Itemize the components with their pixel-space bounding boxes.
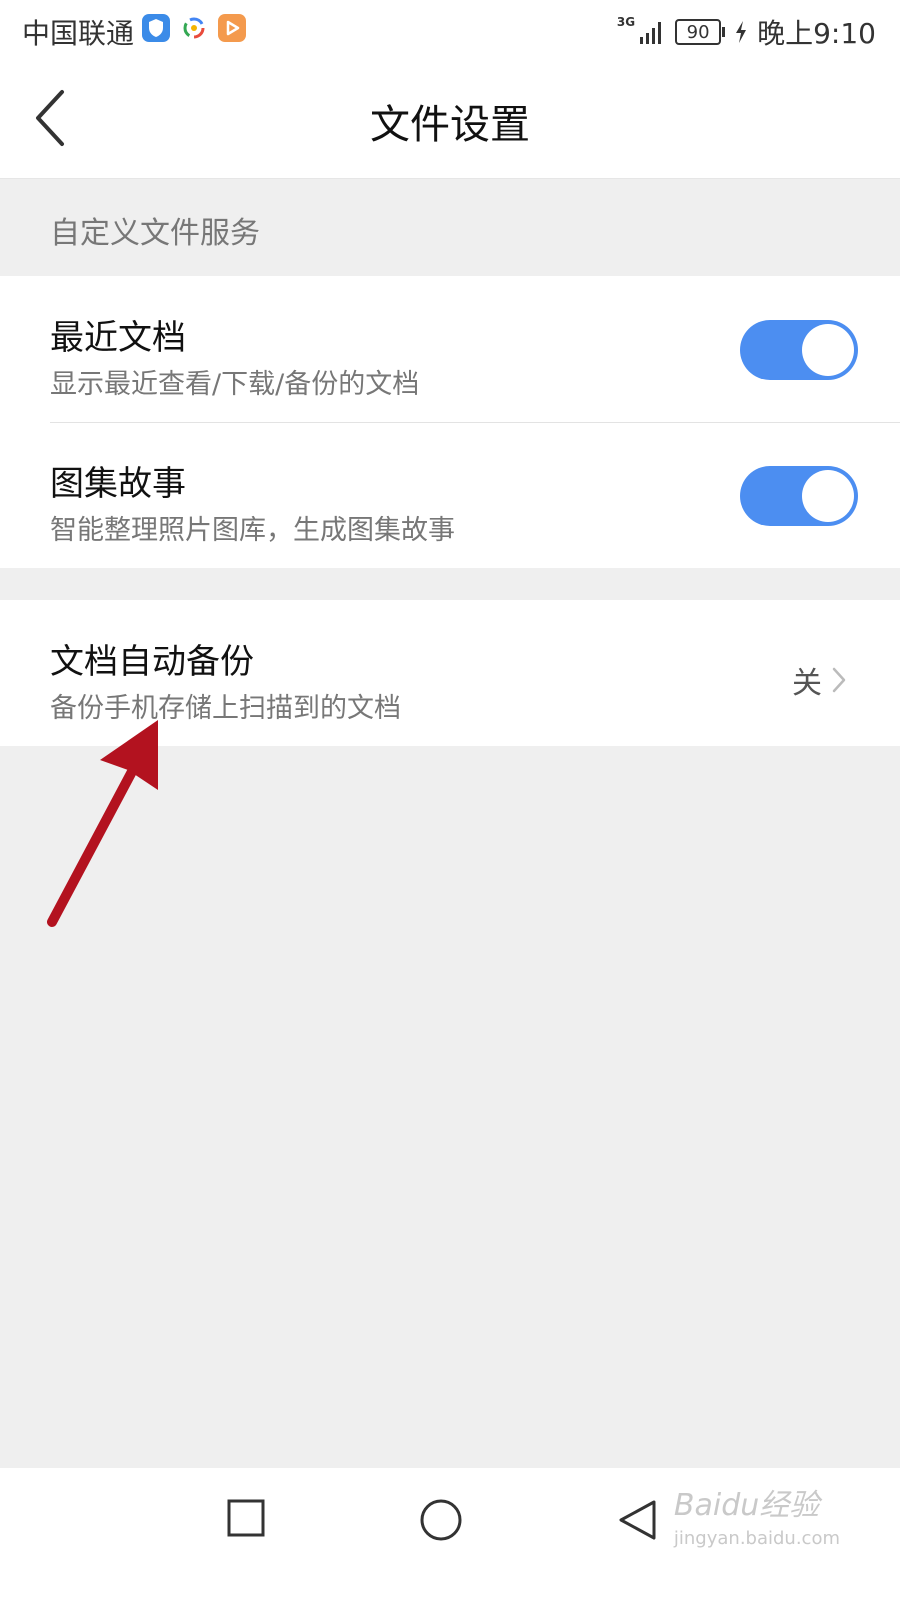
setting-title: 图集故事 — [50, 464, 186, 504]
video-app-icon — [218, 14, 246, 42]
signal-icon — [640, 22, 662, 44]
browser-app-icon — [180, 14, 208, 42]
watermark-brand: Baidu经验 — [673, 1488, 820, 1523]
setting-title: 文档自动备份 — [50, 642, 254, 682]
notification-icons — [142, 14, 246, 42]
toggle-knob — [802, 470, 854, 522]
setting-album-story[interactable]: 图集故事 智能整理照片图库，生成图集故事 — [0, 422, 900, 568]
album-story-toggle[interactable] — [740, 466, 858, 526]
setting-description: 显示最近查看/下载/备份的文档 — [50, 369, 420, 400]
triangle-back-icon — [619, 1500, 656, 1540]
setting-recent-docs[interactable]: 最近文档 显示最近查看/下载/备份的文档 — [0, 276, 900, 422]
status-bar: 中国联通 3G 90 晚上9:10 — [0, 0, 900, 62]
auto-backup-status[interactable]: 关 — [792, 658, 848, 702]
network-type: 3G — [616, 15, 636, 29]
square-icon — [227, 1499, 265, 1537]
clock: 晚上9:10 — [757, 17, 876, 50]
carrier-name: 中国联通 — [22, 17, 135, 50]
setting-description: 备份手机存储上扫描到的文档 — [50, 693, 401, 724]
battery-icon: 90 — [675, 19, 726, 45]
system-nav-bar: Baidu经验 jingyan.baidu.com — [0, 1468, 900, 1600]
home-button[interactable] — [419, 1498, 463, 1546]
chevron-right-icon — [832, 667, 846, 693]
section-label: 自定义文件服务 — [50, 216, 260, 251]
watermark-url: jingyan.baidu.com — [673, 1528, 840, 1549]
battery-level: 90 — [686, 21, 710, 43]
baidu-watermark: Baidu经验 jingyan.baidu.com — [674, 1480, 840, 1549]
circle-icon — [420, 1499, 462, 1541]
back-nav-button[interactable] — [616, 1498, 658, 1546]
recent-docs-toggle[interactable] — [740, 320, 858, 380]
page-title: 文件设置 — [370, 102, 530, 148]
recent-apps-button[interactable] — [226, 1498, 266, 1542]
settings-group-services: 最近文档 显示最近查看/下载/备份的文档 图集故事 智能整理照片图库，生成图集故… — [0, 276, 900, 568]
status-right: 3G 90 晚上9:10 — [617, 12, 876, 52]
charging-icon — [736, 21, 747, 43]
setting-auto-backup[interactable]: 文档自动备份 备份手机存储上扫描到的文档 关 — [0, 600, 900, 746]
toggle-knob — [802, 324, 854, 376]
app-header: 文件设置 — [0, 62, 900, 179]
settings-group-backup: 文档自动备份 备份手机存储上扫描到的文档 关 — [0, 600, 900, 746]
shield-app-icon — [142, 14, 170, 42]
setting-title: 最近文档 — [50, 318, 186, 358]
auto-backup-value: 关 — [792, 666, 822, 701]
setting-description: 智能整理照片图库，生成图集故事 — [50, 515, 455, 546]
